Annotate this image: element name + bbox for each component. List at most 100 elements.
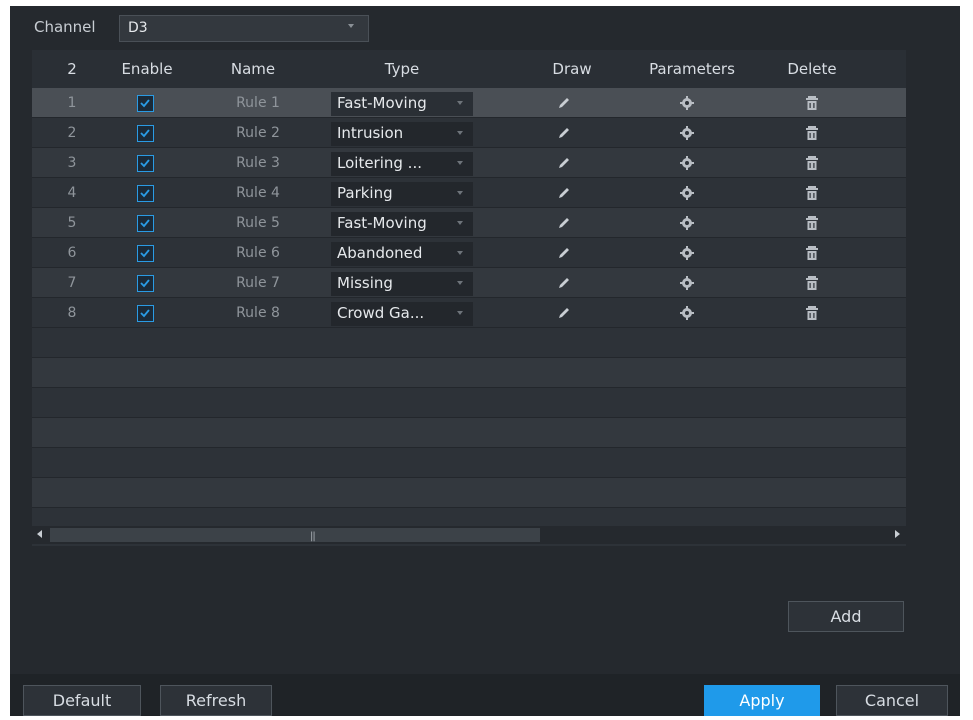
empty-row (32, 478, 906, 508)
type-value: Loitering ... (337, 154, 422, 172)
table-row[interactable]: 8 Rule 8 Crowd Ga... (32, 298, 906, 328)
checkmark-icon (140, 219, 150, 228)
gear-icon[interactable] (679, 245, 695, 265)
chevron-down-icon (457, 191, 463, 195)
empty-row (32, 358, 906, 388)
add-button[interactable]: Add (788, 601, 904, 632)
trash-icon[interactable] (805, 95, 819, 115)
row-number: 7 (67, 275, 77, 291)
chevron-down-icon (348, 24, 354, 28)
horizontal-scrollbar[interactable]: || (32, 526, 906, 544)
gear-icon[interactable] (679, 275, 695, 295)
type-select[interactable]: Crowd Ga... (331, 302, 473, 326)
gear-icon[interactable] (679, 305, 695, 325)
row-number: 2 (67, 125, 77, 141)
default-button[interactable]: Default (23, 685, 141, 716)
type-select[interactable]: Loitering ... (331, 152, 473, 176)
trash-icon[interactable] (805, 305, 819, 325)
smart-plan-panel: Channel D3 2 Enable Name Type Draw Param… (10, 6, 960, 716)
gear-icon[interactable] (679, 125, 695, 145)
empty-row (32, 448, 906, 478)
trash-icon[interactable] (805, 275, 819, 295)
pencil-icon[interactable] (556, 185, 572, 205)
type-select[interactable]: Fast-Moving (331, 92, 473, 116)
header-delete: Delete (787, 60, 837, 78)
type-value: Parking (337, 184, 393, 202)
enable-checkbox[interactable] (137, 155, 154, 172)
rule-name: Rule 8 (236, 305, 280, 321)
gear-icon[interactable] (679, 155, 695, 175)
row-number: 3 (67, 155, 77, 171)
header-parameters: Parameters (649, 60, 735, 78)
enable-checkbox[interactable] (137, 275, 154, 292)
pencil-icon[interactable] (556, 155, 572, 175)
header-enable: Enable (121, 60, 173, 78)
row-number: 1 (67, 95, 77, 111)
chevron-down-icon (457, 311, 463, 315)
trash-icon[interactable] (805, 125, 819, 145)
row-number: 5 (67, 215, 77, 231)
trash-icon[interactable] (805, 155, 819, 175)
pencil-icon[interactable] (556, 95, 572, 115)
rule-name: Rule 7 (236, 275, 280, 291)
enable-checkbox[interactable] (137, 305, 154, 322)
checkmark-icon (140, 189, 150, 198)
cancel-button[interactable]: Cancel (836, 685, 948, 716)
header-type: Type (384, 60, 420, 78)
enable-checkbox[interactable] (137, 125, 154, 142)
trash-icon[interactable] (805, 245, 819, 265)
scroll-left-arrow-icon[interactable] (37, 530, 42, 538)
type-select[interactable]: Fast-Moving (331, 212, 473, 236)
table-row[interactable]: 3 Rule 3 Loitering ... (32, 148, 906, 178)
table-row[interactable]: 1 Rule 1 Fast-Moving (32, 88, 906, 118)
type-select[interactable]: Intrusion (331, 122, 473, 146)
gear-icon[interactable] (679, 95, 695, 115)
table-row[interactable]: 5 Rule 5 Fast-Moving (32, 208, 906, 238)
type-select[interactable]: Missing (331, 272, 473, 296)
trash-icon[interactable] (805, 185, 819, 205)
gear-icon[interactable] (679, 215, 695, 235)
channel-value: D3 (128, 20, 148, 36)
table-row[interactable]: 7 Rule 7 Missing (32, 268, 906, 298)
rules-table: 2 Enable Name Type Draw Parameters Delet… (32, 50, 906, 546)
pencil-icon[interactable] (556, 245, 572, 265)
apply-button[interactable]: Apply (704, 685, 820, 716)
enable-checkbox[interactable] (137, 215, 154, 232)
rule-name: Rule 3 (236, 155, 280, 171)
pencil-icon[interactable] (556, 125, 572, 145)
enable-checkbox[interactable] (137, 245, 154, 262)
gear-icon[interactable] (679, 185, 695, 205)
trash-icon[interactable] (805, 215, 819, 235)
chevron-down-icon (457, 131, 463, 135)
rule-name: Rule 6 (236, 245, 280, 261)
channel-select[interactable]: D3 (119, 15, 369, 42)
scroll-right-arrow-icon[interactable] (895, 530, 900, 538)
enable-checkbox[interactable] (137, 95, 154, 112)
checkmark-icon (140, 309, 150, 318)
type-select[interactable]: Parking (331, 182, 473, 206)
table-header: 2 Enable Name Type Draw Parameters Delet… (32, 50, 906, 88)
checkmark-icon (140, 99, 150, 108)
table-row[interactable]: 6 Rule 6 Abandoned (32, 238, 906, 268)
type-value: Intrusion (337, 124, 404, 142)
type-value: Crowd Ga... (337, 304, 425, 322)
pencil-icon[interactable] (556, 275, 572, 295)
table-row[interactable]: 4 Rule 4 Parking (32, 178, 906, 208)
chevron-down-icon (457, 281, 463, 285)
type-value: Fast-Moving (337, 94, 427, 112)
header-name: Name (230, 60, 276, 78)
pencil-icon[interactable] (556, 215, 572, 235)
row-number: 6 (67, 245, 77, 261)
channel-label: Channel (34, 18, 96, 36)
pencil-icon[interactable] (556, 305, 572, 325)
checkmark-icon (140, 279, 150, 288)
type-select[interactable]: Abandoned (331, 242, 473, 266)
scrollbar-thumb[interactable]: || (50, 528, 540, 542)
rule-name: Rule 2 (236, 125, 280, 141)
grip-icon: || (310, 531, 316, 542)
refresh-button[interactable]: Refresh (160, 685, 272, 716)
table-row[interactable]: 2 Rule 2 Intrusion (32, 118, 906, 148)
checkmark-icon (140, 159, 150, 168)
empty-row (32, 418, 906, 448)
enable-checkbox[interactable] (137, 185, 154, 202)
